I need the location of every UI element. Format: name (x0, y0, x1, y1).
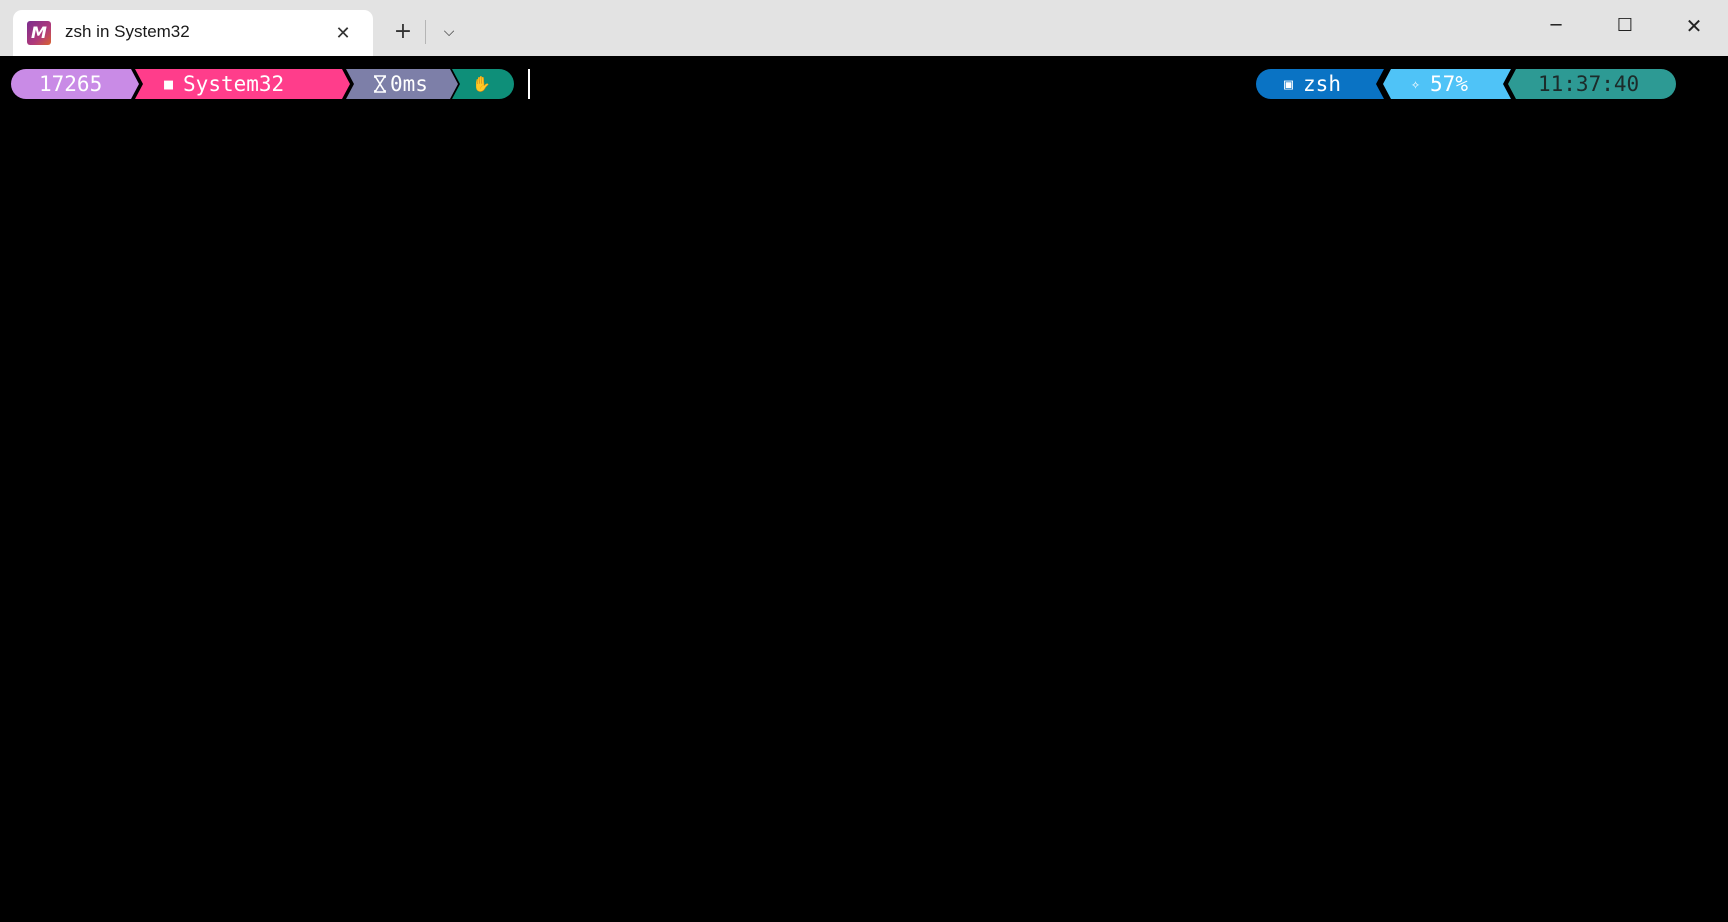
tab-title: zsh in System32 (65, 22, 190, 41)
maximize-button[interactable]: ☐ (1605, 8, 1645, 44)
cpu-value: 57% (1430, 72, 1468, 96)
terminal-window: M zsh in System32 ✕ + ⌵ ─ ☐ ✕ 17265 ■ Sys… (0, 0, 1728, 922)
text-cursor (528, 69, 530, 99)
close-tab-icon[interactable]: ✕ (329, 20, 357, 48)
clock-value: 11:37:40 (1538, 72, 1640, 96)
hourglass-icon (374, 75, 386, 93)
prompt-pid-segment: 17265 (11, 69, 139, 99)
prompt-cpu-segment: ✧ 57% (1383, 69, 1511, 99)
pid-value: 17265 (39, 72, 103, 96)
app-icon: M (27, 21, 51, 45)
prompt-duration-segment: 0ms (346, 69, 458, 99)
hand-icon: ✋ (472, 75, 491, 93)
tab-divider (425, 20, 426, 44)
terminal-pane[interactable]: 17265 ■ System32 0ms ✋ ▣ zsh ✧ 57% 11:37:40 (0, 56, 1728, 922)
path-value: System32 (183, 72, 285, 96)
new-tab-button[interactable]: + (386, 17, 420, 47)
folder-icon: ■ (164, 75, 174, 93)
close-window-button[interactable]: ✕ (1674, 8, 1714, 44)
duration-value: 0ms (390, 72, 428, 96)
tab-zsh[interactable]: M zsh in System32 ✕ (13, 10, 373, 56)
prompt-path-segment: ■ System32 (135, 69, 350, 99)
shell-value: zsh (1303, 72, 1341, 96)
terminal-icon: ▣ (1284, 75, 1294, 93)
prompt-clock-segment: 11:37:40 (1508, 69, 1676, 99)
prompt-shell-segment: ▣ zsh (1256, 69, 1384, 99)
chevron-down-icon[interactable]: ⌵ (432, 17, 466, 47)
pulse-icon: ✧ (1411, 75, 1421, 93)
minimize-button[interactable]: ─ (1536, 8, 1576, 44)
prompt-status-segment: ✋ (452, 69, 514, 99)
title-bar[interactable]: M zsh in System32 ✕ + ⌵ ─ ☐ ✕ (0, 0, 1728, 56)
